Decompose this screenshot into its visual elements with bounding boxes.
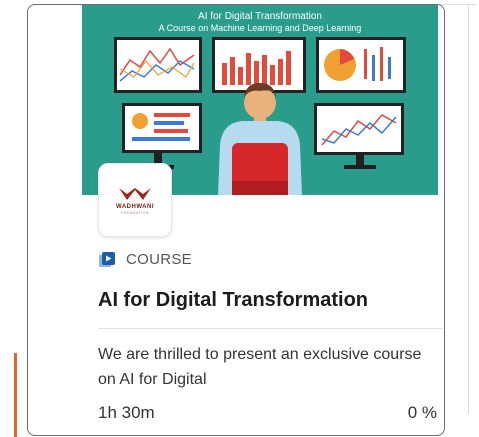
- course-duration: 1h 30m: [98, 403, 155, 422]
- provider-logo: WADHWANI FOUNDATION: [98, 163, 172, 237]
- banner-subtitle: A Course on Machine Learning and Deep Le…: [159, 23, 362, 33]
- content-type-label: COURSE: [126, 250, 192, 268]
- card-divider: [98, 328, 443, 329]
- content-type-row: COURSE: [98, 250, 192, 268]
- background-panel-edge: [468, 4, 469, 414]
- background-panel-top-edge: [440, 4, 476, 5]
- course-play-icon: [99, 252, 115, 267]
- course-description: We are thrilled to present an exclusive …: [98, 346, 422, 388]
- logo-sub-text: FOUNDATION: [121, 210, 149, 215]
- course-title[interactable]: AI for Digital Transformation: [98, 289, 438, 312]
- course-progress: 0 %: [407, 403, 437, 422]
- wadhwani-logo-icon: [119, 187, 151, 200]
- logo-brand-text: WADHWANI: [116, 203, 154, 210]
- banner-title: AI for Digital Transformation: [198, 11, 322, 22]
- course-card[interactable]: AI for Digital Transformation A Course o…: [27, 4, 445, 436]
- selection-accent-bar: [14, 353, 17, 437]
